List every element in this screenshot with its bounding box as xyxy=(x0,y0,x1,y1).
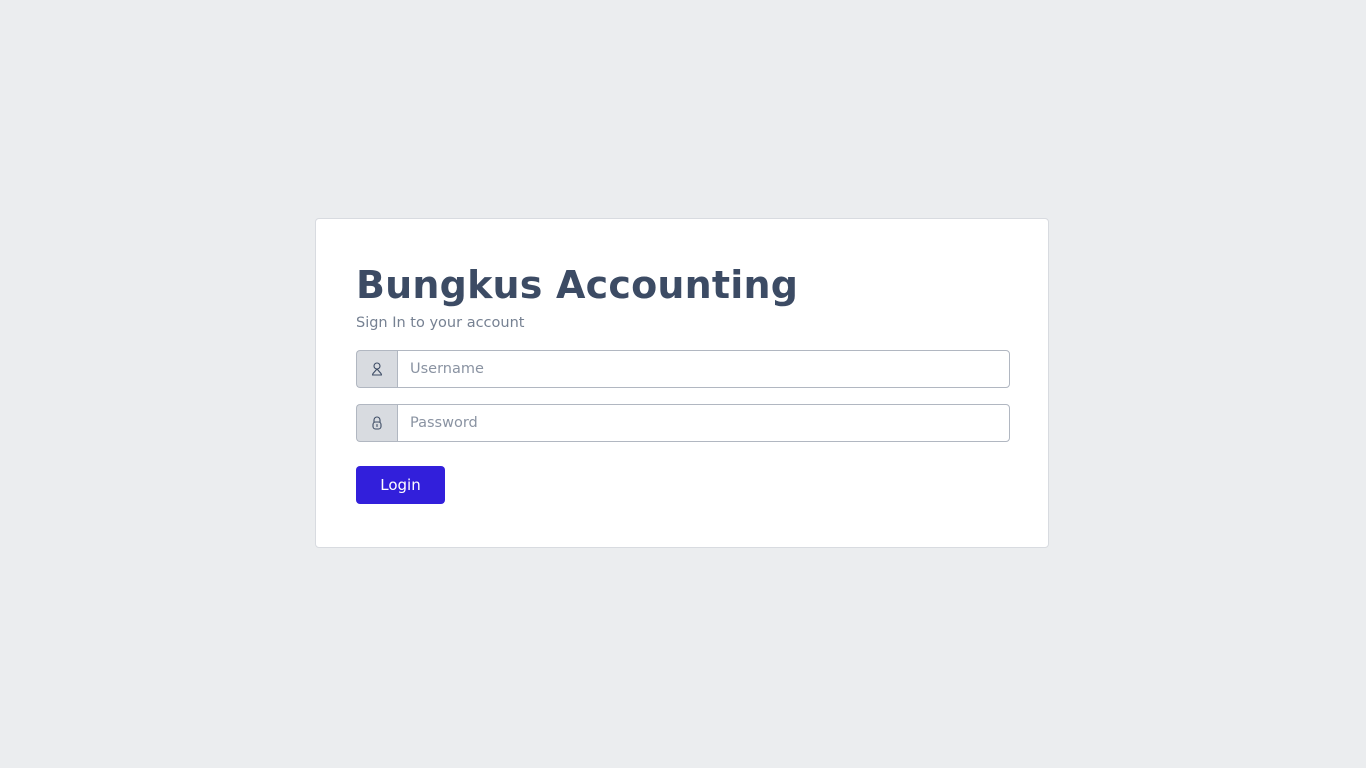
lock-icon xyxy=(356,404,397,442)
username-input[interactable] xyxy=(397,350,1010,388)
login-button[interactable]: Login xyxy=(356,466,445,504)
password-input-group xyxy=(356,404,1010,442)
login-card: Bungkus Accounting Sign In to your accou… xyxy=(315,218,1049,548)
password-input[interactable] xyxy=(397,404,1010,442)
username-input-group xyxy=(356,350,1010,388)
user-icon xyxy=(356,350,397,388)
page-subtitle: Sign In to your account xyxy=(356,315,525,331)
page-title: Bungkus Accounting xyxy=(356,263,799,307)
